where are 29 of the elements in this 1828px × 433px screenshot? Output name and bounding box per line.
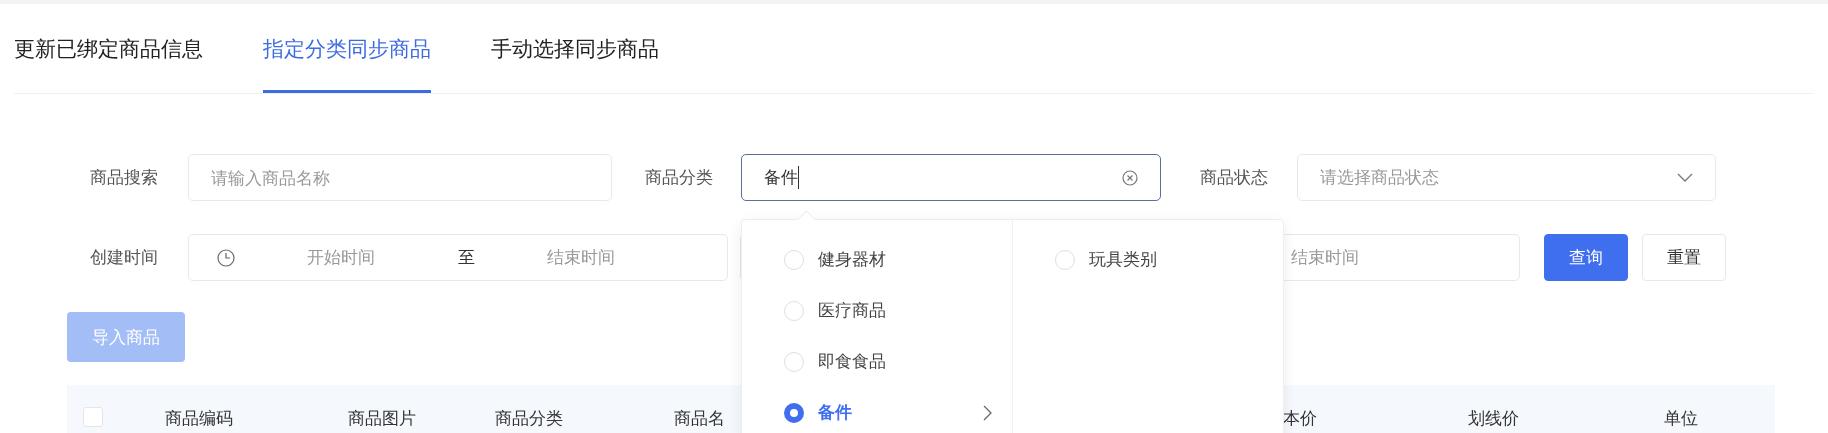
cascader-option[interactable]: 健身器材 [742, 234, 1012, 285]
column-header: 商品名 [674, 407, 725, 430]
clock-icon [217, 248, 235, 267]
tab[interactable]: 更新已绑定商品信息 [14, 4, 203, 93]
cascader-option[interactable]: 即食食品 [742, 336, 1012, 387]
date-range-field[interactable]: 开始时间 至 结束时间 [188, 234, 728, 281]
column-header: 商品分类 [495, 407, 563, 430]
query-button[interactable]: 查询 [1544, 234, 1628, 281]
column-header: 单位 [1664, 407, 1698, 430]
tab[interactable]: 指定分类同步商品 [263, 4, 431, 93]
column-header: 商品图片 [348, 407, 416, 430]
tab[interactable]: 手动选择同步商品 [491, 4, 659, 93]
chevron-down-icon [1677, 173, 1693, 182]
search-field[interactable]: 请输入商品名称 [188, 154, 612, 201]
checkbox[interactable] [83, 407, 103, 427]
column-header: 商品编码 [165, 407, 233, 430]
clear-icon[interactable] [1122, 169, 1138, 186]
radio[interactable] [784, 402, 804, 423]
cascader-option[interactable]: 玩具类别 [1013, 234, 1283, 285]
field-label: 商品分类 [645, 166, 714, 189]
reset-button[interactable]: 重置 [1642, 234, 1726, 281]
field-label: 创建时间 [90, 246, 159, 269]
column-header: 本价 [1283, 407, 1317, 430]
cascader-option[interactable]: 医疗商品 [742, 285, 1012, 336]
category-field[interactable]: 备件 [741, 154, 1161, 201]
cascader-option[interactable]: 备件 [742, 387, 1012, 433]
column-header: 划线价 [1468, 407, 1519, 430]
field-label: 商品状态 [1200, 166, 1269, 189]
field-label: 商品搜索 [90, 166, 159, 189]
